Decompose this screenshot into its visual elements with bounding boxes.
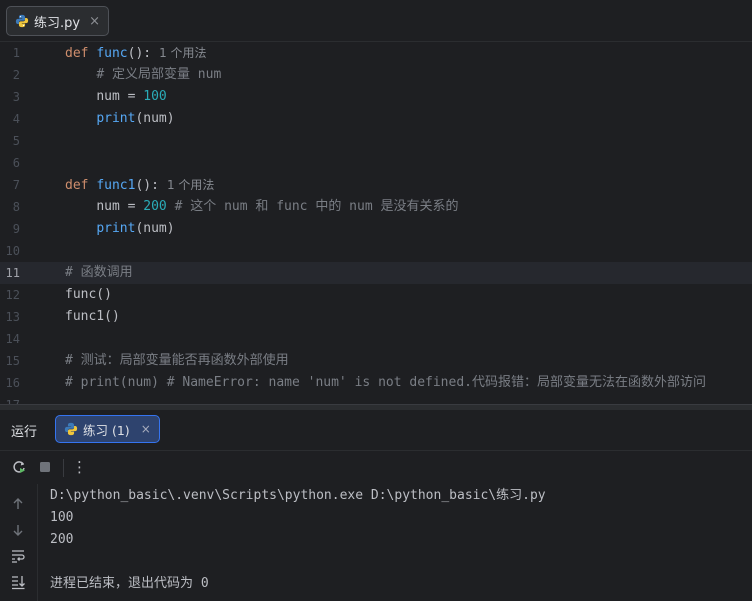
line-number: 2 xyxy=(12,68,20,82)
line-number: 3 xyxy=(12,90,20,104)
code-line: 2 # 定义局部变量 num xyxy=(0,64,752,86)
close-icon[interactable]: × xyxy=(89,14,100,29)
comment: # 这个 num 和 func 中的 num 是没有关系的 xyxy=(166,199,459,214)
run-panel: 运行 练习 (1) × ⋮ D:\python_basic\.venv\Scri… xyxy=(0,410,752,601)
console-line: D:\python_basic\.venv\Scripts\python.exe… xyxy=(50,488,546,503)
code-line: 13 func1() xyxy=(0,306,752,328)
arrow-down-icon[interactable] xyxy=(10,522,26,538)
line-number: 15 xyxy=(5,354,20,368)
code-text: (num) xyxy=(135,111,175,126)
code-editor[interactable]: 1 def func(): 1 个用法 2 # 定义局部变量 num 3 num … xyxy=(0,42,752,404)
code-text: num = xyxy=(96,199,144,214)
number-literal: 100 xyxy=(143,89,167,104)
code-line-current: 11 # 函数调用 xyxy=(0,262,752,284)
run-tab-label: 练习 (1) xyxy=(83,422,130,438)
code-line: 14 xyxy=(0,328,752,350)
console-line: 100 xyxy=(50,510,74,525)
usage-hint[interactable]: 1 个用法 xyxy=(167,178,214,192)
code-text: func1() xyxy=(65,309,120,324)
rerun-icon[interactable] xyxy=(11,459,27,475)
line-number: 10 xyxy=(5,244,20,258)
code-text: (): xyxy=(135,178,159,193)
editor-tab-file[interactable]: 练习.py × xyxy=(6,6,109,36)
line-number: 9 xyxy=(12,222,20,236)
keyword: def xyxy=(65,178,89,193)
run-panel-title: 运行 xyxy=(11,425,38,440)
code-line: 9 print(num) xyxy=(0,218,752,240)
code-text: (num) xyxy=(135,221,175,236)
line-number: 1 xyxy=(12,46,20,60)
arrow-up-icon[interactable] xyxy=(10,496,26,512)
code-line: 1 def func(): 1 个用法 xyxy=(0,42,752,64)
code-line: 15 # 测试：局部变量能否再函数外部使用 xyxy=(0,350,752,372)
close-icon[interactable]: × xyxy=(141,422,151,436)
code-line: 10 xyxy=(0,240,752,262)
line-number: 6 xyxy=(12,156,20,170)
code-text: num = xyxy=(96,89,144,104)
line-number: 14 xyxy=(5,332,20,346)
console-line: 进程已结束，退出代码为 0 xyxy=(50,576,209,591)
line-number: 11 xyxy=(5,266,20,280)
comment: # 定义局部变量 num xyxy=(96,67,222,82)
console-line: 200 xyxy=(50,532,74,547)
code-line: 6 xyxy=(0,152,752,174)
code-line: 8 num = 200 # 这个 num 和 func 中的 num 是没有关系… xyxy=(0,196,752,218)
code-line: 12 func() xyxy=(0,284,752,306)
editor-tab-filename: 练习.py xyxy=(34,15,81,31)
code-line: 4 print(num) xyxy=(0,108,752,130)
line-number: 8 xyxy=(12,200,20,214)
editor-tab-bar: 练习.py × xyxy=(0,0,752,42)
code-line: 7 def func1(): 1 个用法 xyxy=(0,174,752,196)
python-icon xyxy=(15,14,29,28)
code-line: 3 num = 100 xyxy=(0,86,752,108)
number-literal: 200 xyxy=(143,199,167,214)
line-number: 12 xyxy=(5,288,20,302)
function-name: func xyxy=(96,46,128,61)
line-number: 7 xyxy=(12,178,20,192)
code-line: 17 xyxy=(0,394,752,404)
code-text: func() xyxy=(65,287,112,302)
keyword: def xyxy=(65,46,89,61)
soft-wrap-icon[interactable] xyxy=(10,548,26,564)
run-tab[interactable]: 练习 (1) × xyxy=(55,415,160,443)
function-name: print xyxy=(96,221,136,236)
line-number: 16 xyxy=(5,376,20,390)
code-text: (): xyxy=(127,46,152,61)
line-number: 5 xyxy=(12,134,20,148)
function-name: func1 xyxy=(96,178,136,193)
usage-hint[interactable]: 1 个用法 xyxy=(159,46,206,60)
code-line: 5 xyxy=(0,130,752,152)
python-icon xyxy=(64,422,78,436)
function-name: print xyxy=(96,111,136,126)
run-toolbar: ⋮ xyxy=(0,450,752,484)
line-number: 4 xyxy=(12,112,20,126)
comment: # 函数调用 xyxy=(65,265,133,280)
stop-icon[interactable] xyxy=(37,459,53,475)
line-number: 17 xyxy=(0,394,20,404)
scroll-to-end-icon[interactable] xyxy=(10,574,26,590)
code-line: 16 # print(num) # NameError: name 'num' … xyxy=(0,372,752,394)
console-side-toolbar xyxy=(0,484,38,601)
comment: # print(num) # NameError: name 'num' is … xyxy=(65,375,706,390)
run-panel-header: 运行 练习 (1) × xyxy=(0,410,752,450)
comment: # 测试：局部变量能否再函数外部使用 xyxy=(65,353,289,368)
more-options-icon[interactable]: ⋮ xyxy=(72,458,87,476)
toolbar-separator xyxy=(63,459,64,477)
line-number: 13 xyxy=(5,310,20,324)
